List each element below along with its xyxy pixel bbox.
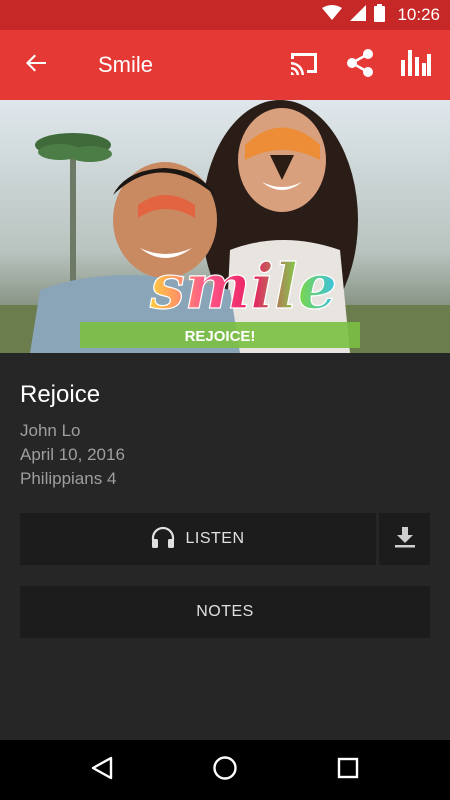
home-circle-icon: [212, 755, 238, 786]
app-bar: Smile: [0, 30, 450, 100]
share-icon: [345, 48, 375, 83]
artwork-banner-text: REJOICE!: [185, 328, 256, 345]
status-bar: 10:26: [0, 0, 450, 30]
recents-square-icon: [337, 757, 359, 784]
battery-icon: [374, 3, 386, 27]
stats-button[interactable]: [388, 30, 444, 100]
sermon-speaker: John Lo: [20, 421, 81, 440]
listen-button[interactable]: LISTEN: [20, 513, 376, 565]
status-time: 10:26: [397, 5, 440, 24]
notes-button[interactable]: NOTES: [20, 586, 430, 638]
sermon-artwork-illustration: smile REJOICE!: [0, 100, 450, 353]
cast-icon: [289, 51, 319, 80]
back-arrow-icon: [25, 52, 47, 79]
wifi-icon: [322, 4, 343, 26]
listen-label: LISTEN: [185, 530, 245, 547]
artwork-script-text: smile: [149, 250, 337, 323]
back-button[interactable]: [8, 30, 64, 100]
sermon-details: Rejoice John Lo April 10, 2016 Philippia…: [0, 353, 450, 740]
download-button[interactable]: [379, 513, 430, 565]
cell-signal-icon: [350, 4, 367, 26]
sermon-date: April 10, 2016: [20, 445, 125, 464]
headphones-icon: [151, 526, 175, 553]
nav-home-button[interactable]: [195, 740, 255, 800]
share-button[interactable]: [332, 30, 388, 100]
sermon-passage: Philippians 4: [20, 469, 117, 488]
system-nav-bar: [0, 740, 450, 800]
bar-chart-icon: [401, 49, 431, 81]
sermon-artwork: smile REJOICE!: [0, 100, 450, 353]
nav-back-button[interactable]: [72, 740, 132, 800]
cast-button[interactable]: [276, 30, 332, 100]
nav-recents-button[interactable]: [318, 740, 378, 800]
page-title: Smile: [98, 52, 154, 77]
sermon-title: Rejoice: [20, 381, 101, 408]
download-icon: [394, 526, 416, 553]
back-triangle-icon: [91, 756, 113, 785]
